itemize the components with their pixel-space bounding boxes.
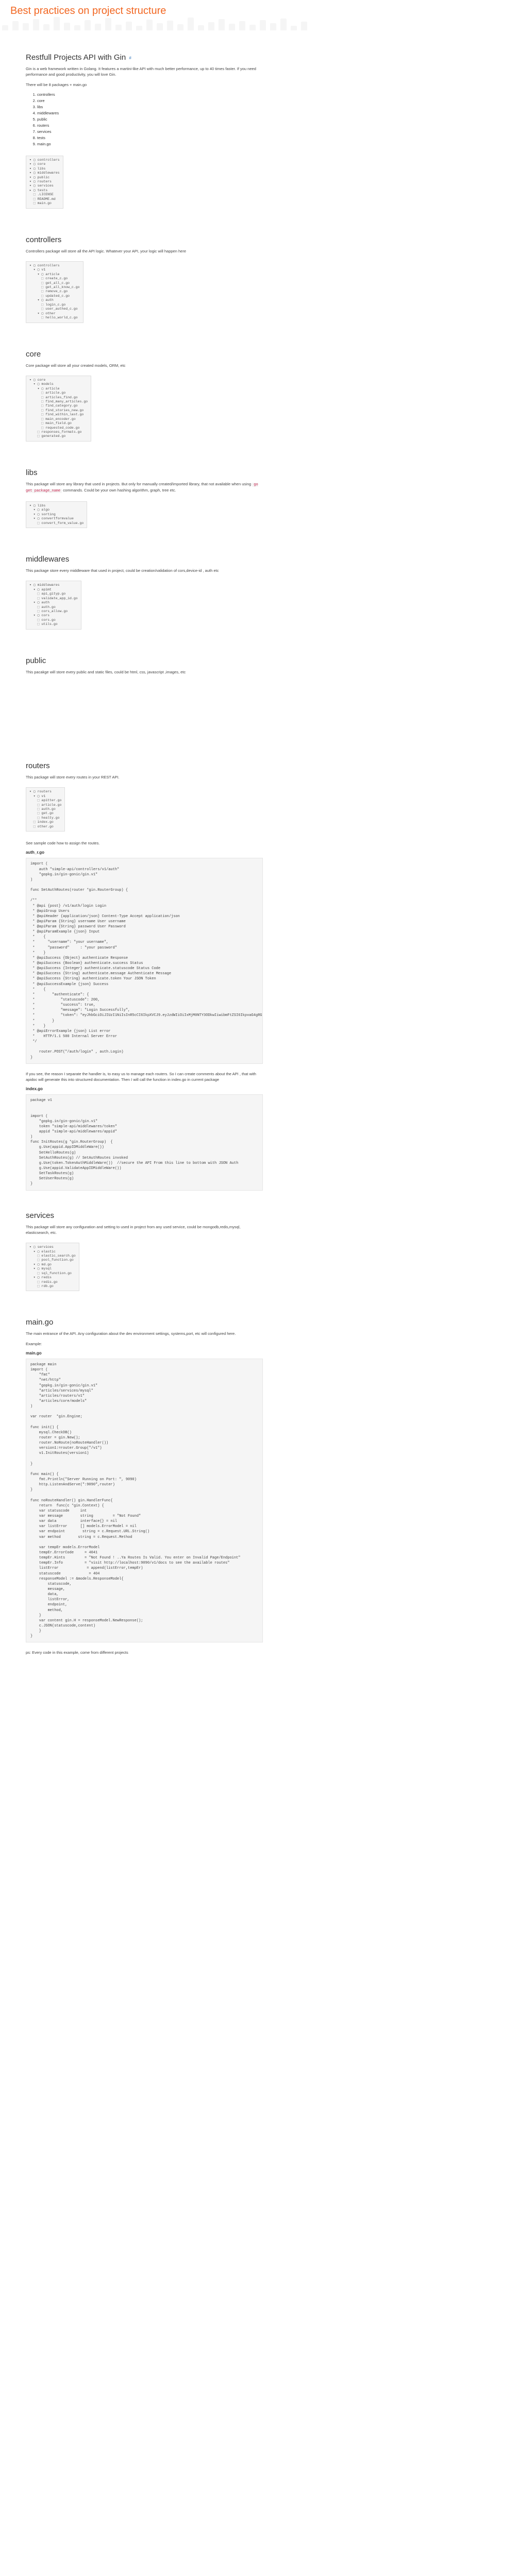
section-heading-controllers: controllers [26, 235, 263, 244]
header-decor [0, 17, 518, 32]
list-item: controllers [37, 92, 263, 98]
section-heading-core: core [26, 350, 263, 359]
footer-ps: ps: Every code in this example, come fro… [26, 1650, 263, 1655]
code-filename-auth-r: auth_r.go [26, 850, 263, 855]
routers-between-text: If you see, the reason I separate the ha… [26, 1071, 263, 1083]
package-list: controllers core libs middlewares public… [26, 92, 263, 147]
list-item: public [37, 116, 263, 123]
list-item: services [37, 129, 263, 135]
services-intro: This package will store any configuratio… [26, 1224, 263, 1236]
routers-intro: This package will store every routes in … [26, 774, 263, 780]
code-filename-index: index.go [26, 1087, 263, 1091]
routers-sample-text: See sample code how to assign the routes… [26, 840, 263, 846]
section-heading-middlewares: middlewares [26, 555, 263, 564]
page-header: Best practices on project structure [0, 0, 518, 32]
filetree-controllers: ▾ ▢ controllers ▾ ▢ v1 ▾ ▢ article ⬚ cre… [26, 261, 83, 323]
code-main: package main import ( "fmt" "net/http" "… [26, 1359, 263, 1642]
filetree-services: ▾ ▢ services ▾ ▢ elastic ⬚ elastic_searc… [26, 1243, 79, 1291]
section-heading-main: main.go [26, 1318, 263, 1327]
example-label: Example: [26, 1341, 263, 1347]
libs-intro: This package will store any library that… [26, 481, 263, 494]
section-heading-public: public [26, 656, 263, 665]
main-intro: The main entrance of the API. Any config… [26, 1331, 263, 1336]
code-filename-main: main.go [26, 1351, 263, 1355]
list-item: tests [37, 135, 263, 141]
list-item: middlewares [37, 110, 263, 116]
page-title: Best practices on project structure [10, 5, 508, 17]
filetree-libs: ▾ ▢ libs ▾ ▢ algo ▾ ▢ sorting ▾ ▢ conver… [26, 501, 87, 528]
core-intro: Core package will store all your created… [26, 363, 263, 368]
code-auth-r: import ( auth "simple-api/controllers/v1… [26, 858, 263, 1063]
middlewares-intro: This package store every middleware that… [26, 568, 263, 573]
filetree-root: ▾ ▢ controllers ▾ ▢ core ▾ ▢ libs ▾ ▢ mi… [26, 156, 63, 209]
intro-text: Gin is a web framework written in Golang… [26, 66, 263, 78]
list-item: libs [37, 104, 263, 110]
section-heading-services: services [26, 1211, 263, 1220]
filetree-routers: ▾ ▢ routers ▾ ▢ v1 ⬚ apitter.go ⬚ articl… [26, 787, 65, 832]
section-heading-routers: routers [26, 761, 263, 770]
section-heading-libs: libs [26, 468, 263, 477]
willbe-text: There will be 8 packages + main.go [26, 82, 263, 88]
code-index: package v1 import ( "gopkg.in/gin-gonic/… [26, 1094, 263, 1190]
controllers-intro: Controllers package will store all the A… [26, 248, 263, 254]
filetree-middlewares: ▾ ▢ middlewares ▾ ▢ apimt ⬚ api_gityp.go… [26, 581, 81, 629]
list-item: core [37, 98, 263, 104]
section-heading-gin: Restfull Projects API with Gin # [26, 53, 263, 62]
list-item: routers [37, 123, 263, 129]
public-intro: This pacakge will store every public and… [26, 669, 263, 675]
anchor-icon[interactable]: # [129, 56, 131, 60]
filetree-core: ▾ ▢ core ▾ ▢ models ▾ ▢ article ⬚ articl… [26, 376, 91, 442]
list-item: main.go [37, 141, 263, 147]
